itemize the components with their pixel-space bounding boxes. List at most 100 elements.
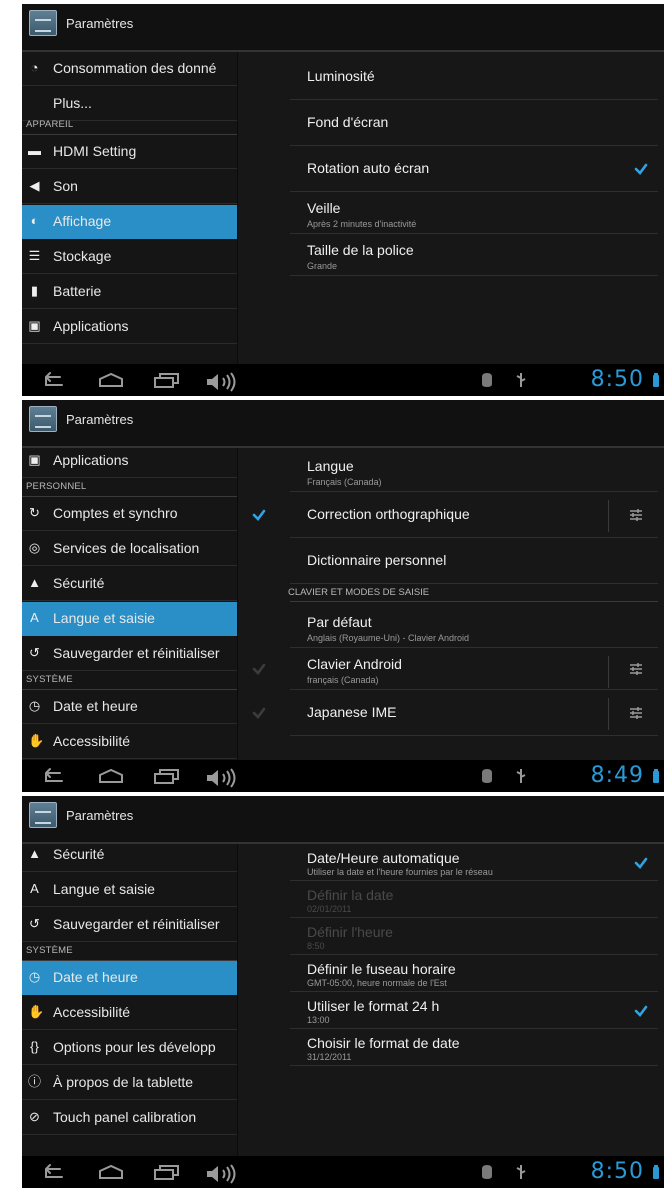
recent-apps-icon[interactable] — [152, 371, 182, 389]
usb-icon[interactable] — [515, 1163, 527, 1181]
sidebar-item[interactable]: {} Options pour les développ — [22, 1031, 237, 1065]
preference-row[interactable]: Taille de la police Grande — [290, 234, 658, 276]
sidebar-item[interactable]: ▲ Sécurité — [22, 844, 237, 872]
preference-summary: Grande — [307, 261, 338, 271]
sidebar-item[interactable]: ▲ Sécurité — [22, 567, 237, 601]
sidebar-item[interactable]: ↻ Comptes et synchro — [22, 497, 237, 531]
preference-row[interactable]: Japanese IME — [252, 690, 658, 736]
settings-screen: Paramètres ▣ Applications PERSONNEL ↻ Comptes… — [22, 400, 664, 792]
usb-debug-icon[interactable] — [479, 1163, 495, 1181]
settings-sidebar: ▣ Applications PERSONNEL ↻ Comptes et synchr… — [22, 448, 237, 760]
sidebar-item[interactable]: ◐ Affichage — [22, 205, 237, 239]
preference-row[interactable]: Date/Heure automatique Utiliser la date e… — [290, 844, 658, 881]
preference-row[interactable]: Définir le fuseau horaire GMT-05:00, heur… — [290, 955, 658, 992]
input-settings-icon[interactable] — [628, 661, 644, 677]
battery-icon — [653, 373, 659, 387]
preference-checkbox[interactable] — [252, 508, 266, 522]
preference-row[interactable]: Par défaut Anglais (Royaume-Uni) - Clavie… — [290, 606, 658, 648]
sidebar-item[interactable]: ◀ Son — [22, 170, 237, 204]
preference-summary: GMT-05:00, heure normale de l'Est — [307, 978, 447, 988]
preference-title: Par défaut — [307, 614, 372, 630]
preference-checkbox[interactable] — [634, 856, 648, 870]
preference-row[interactable]: Fond d'écran — [290, 100, 658, 146]
preference-row[interactable]: Langue Français (Canada) — [290, 450, 658, 492]
sidebar-item-label: Date et heure — [53, 969, 138, 985]
usb-debug-icon[interactable] — [479, 767, 495, 785]
usb-icon[interactable] — [515, 371, 527, 389]
usb-debug-icon[interactable] — [479, 371, 495, 389]
checkmark-icon — [634, 857, 648, 869]
back-icon[interactable] — [38, 1163, 66, 1181]
preference-checkbox[interactable] — [634, 162, 648, 176]
sidebar-item-label: Applications — [53, 452, 129, 468]
volume-icon: ◀ — [29, 178, 40, 193]
preference-row[interactable]: Clavier Android français (Canada) — [252, 648, 658, 690]
recent-apps-icon[interactable] — [152, 1163, 182, 1181]
sidebar-item-label: Accessibilité — [53, 733, 131, 749]
action-bar: Paramètres — [22, 4, 664, 52]
preference-title: Utiliser le format 24 h — [307, 998, 440, 1014]
settings-sidebar: ◔ Consommation des donné Plus... APPAREIL ▬ H… — [22, 52, 237, 364]
volume-icon[interactable] — [204, 371, 240, 393]
preference-summary: 31/12/2011 — [307, 1052, 352, 1062]
back-icon[interactable] — [38, 371, 66, 389]
action-bar: Paramètres — [22, 400, 664, 448]
home-icon[interactable] — [96, 1163, 126, 1181]
sidebar-item[interactable]: ✋ Accessibilité — [22, 725, 237, 759]
recent-apps-icon[interactable] — [152, 767, 182, 785]
battery-icon — [653, 769, 659, 783]
home-icon[interactable] — [96, 371, 126, 389]
sidebar-item[interactable]: ◔ Consommation des donné — [22, 52, 237, 86]
clock-icon: ◷ — [28, 969, 41, 984]
sidebar-section-header: PERSONNEL — [22, 479, 237, 497]
preference-summary: 13:00 — [307, 1015, 330, 1025]
detail-section-label: CLAVIER ET MODES DE SAISIE — [288, 587, 430, 598]
sidebar-item[interactable]: ✋ Accessibilité — [22, 996, 237, 1030]
home-icon[interactable] — [96, 767, 126, 785]
preference-row[interactable]: Correction orthographique — [252, 492, 658, 538]
preference-title: Taille de la police — [307, 242, 414, 258]
sidebar-item[interactable]: ⓘ À propos de la tablette — [22, 1066, 237, 1100]
sidebar-item[interactable]: ◷ Date et heure — [22, 961, 237, 995]
volume-icon[interactable] — [204, 1163, 240, 1185]
input-settings-icon[interactable] — [628, 705, 644, 721]
battery-icon — [653, 1165, 659, 1179]
preference-row[interactable]: Utiliser le format 24 h 13:00 — [290, 992, 658, 1029]
sidebar-item[interactable]: ▣ Applications — [22, 448, 237, 478]
settings-app-icon[interactable] — [29, 10, 57, 36]
detail-section-header: CLAVIER ET MODES DE SAISIE — [288, 584, 658, 602]
preference-row[interactable]: Choisir le format de date 31/12/2011 — [290, 1029, 658, 1066]
sidebar-item[interactable]: ⊘ Touch panel calibration — [22, 1101, 237, 1135]
preference-checkbox[interactable] — [634, 1004, 648, 1018]
preference-row[interactable]: Dictionnaire personnel — [290, 538, 658, 584]
volume-icon[interactable] — [204, 767, 240, 789]
sidebar-item[interactable]: ↺ Sauvegarder et réinitialiser — [22, 637, 237, 671]
preference-row[interactable]: Veille Après 2 minutes d'inactivité — [290, 192, 658, 234]
lock-icon: ▲ — [28, 846, 41, 861]
sidebar-item[interactable]: ☰ Stockage — [22, 240, 237, 274]
sidebar-item-label: Services de localisation — [53, 540, 200, 556]
system-nav-bar: 8:50 — [22, 1156, 664, 1188]
location-icon: ◎ — [28, 540, 41, 555]
sidebar-item[interactable]: ↺ Sauvegarder et réinitialiser — [22, 908, 237, 942]
settings-app-icon[interactable] — [29, 802, 57, 828]
sidebar-item[interactable]: Plus... — [22, 87, 237, 121]
divider — [608, 656, 609, 688]
sidebar-item[interactable]: A Langue et saisie — [22, 602, 237, 636]
sidebar-item[interactable]: ▣ Applications — [22, 310, 237, 344]
sidebar-item[interactable]: ◎ Services de localisation — [22, 532, 237, 566]
sidebar-item[interactable]: ▬ HDMI Setting — [22, 135, 237, 169]
sidebar-item-label: Affichage — [53, 213, 112, 229]
sidebar-item-label: Sauvegarder et réinitialiser — [53, 645, 220, 661]
back-icon[interactable] — [38, 767, 66, 785]
sidebar-item[interactable]: ▮ Batterie — [22, 275, 237, 309]
input-settings-icon[interactable] — [628, 507, 644, 523]
usb-icon[interactable] — [515, 767, 527, 785]
preference-summary: 8:50 — [307, 941, 325, 951]
preference-row[interactable]: Rotation auto écran — [290, 146, 658, 192]
preference-row[interactable]: Luminosité — [290, 54, 658, 100]
sidebar-item[interactable]: ◷ Date et heure — [22, 690, 237, 724]
settings-app-icon[interactable] — [29, 406, 57, 432]
sidebar-item[interactable]: A Langue et saisie — [22, 873, 237, 907]
preference-summary: français (Canada) — [307, 675, 379, 685]
